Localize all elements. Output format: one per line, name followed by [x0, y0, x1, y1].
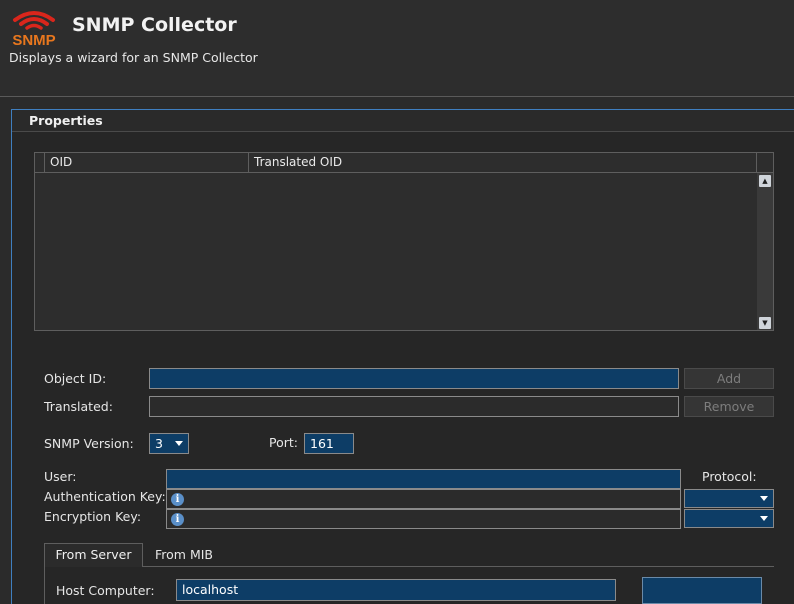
- object-id-input[interactable]: [149, 368, 679, 389]
- tab-from-mib[interactable]: From MIB: [155, 547, 213, 562]
- host-computer-input[interactable]: localhost: [176, 579, 616, 601]
- oid-table[interactable]: [34, 152, 774, 331]
- authentication-protocol-select[interactable]: [684, 489, 774, 508]
- protocol-label: Protocol:: [702, 469, 757, 484]
- info-icon[interactable]: i: [171, 513, 184, 526]
- scroll-down-icon[interactable]: ▼: [759, 317, 771, 329]
- snmp-version-select[interactable]: 3: [149, 433, 189, 454]
- user-input[interactable]: [166, 469, 681, 489]
- snmp-version-value: 3: [155, 436, 163, 451]
- app-subtitle: Displays a wizard for an SNMP Collector: [9, 50, 258, 65]
- table-scrollbar[interactable]: [757, 173, 773, 330]
- host-computer-value: localhost: [182, 582, 239, 597]
- tab-from-server[interactable]: From Server: [44, 543, 143, 567]
- chevron-down-icon: [760, 516, 768, 521]
- chevron-down-icon: [760, 496, 768, 501]
- column-header-filler: [756, 153, 774, 172]
- translated-input[interactable]: [149, 396, 679, 417]
- table-header-divider: [35, 172, 773, 173]
- app-title: SNMP Collector: [72, 14, 237, 36]
- authentication-key-label: Authentication Key:: [44, 489, 166, 504]
- info-icon[interactable]: i: [171, 493, 184, 506]
- logo-text: SNMP: [12, 32, 55, 48]
- port-label: Port:: [269, 435, 298, 450]
- authentication-key-input[interactable]: i: [166, 489, 681, 509]
- snmp-logo-icon: SNMP: [9, 6, 59, 49]
- port-input[interactable]: 161: [304, 433, 354, 454]
- encryption-key-label: Encryption Key:: [44, 509, 142, 524]
- column-header-translated-oid[interactable]: Translated OID: [248, 153, 757, 172]
- scroll-up-icon[interactable]: ▲: [759, 175, 771, 187]
- remove-button[interactable]: Remove: [684, 396, 774, 417]
- host-action-button[interactable]: [642, 577, 762, 604]
- add-button[interactable]: Add: [684, 368, 774, 389]
- properties-title: Properties: [29, 113, 103, 128]
- translated-label: Translated:: [44, 399, 113, 414]
- encryption-protocol-select[interactable]: [684, 509, 774, 528]
- snmp-version-label: SNMP Version:: [44, 436, 134, 451]
- user-label: User:: [44, 469, 77, 484]
- encryption-key-input[interactable]: i: [166, 509, 681, 529]
- chevron-down-icon: [175, 441, 183, 446]
- table-row-header-gutter: [35, 153, 44, 172]
- object-id-label: Object ID:: [44, 371, 107, 386]
- column-header-oid[interactable]: OID: [44, 153, 249, 172]
- header-divider: [0, 96, 794, 97]
- host-computer-label: Host Computer:: [56, 583, 155, 598]
- properties-panel-header: [12, 110, 794, 132]
- port-value: 161: [310, 436, 334, 451]
